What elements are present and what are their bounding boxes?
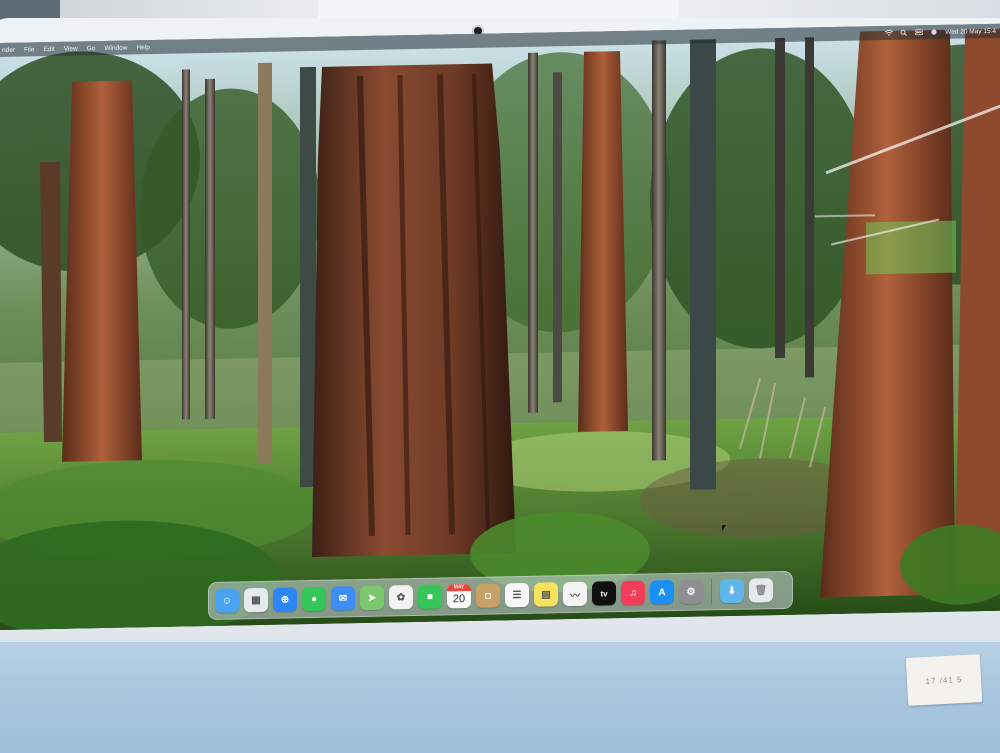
menu-view[interactable]: View bbox=[64, 45, 78, 52]
contacts-icon[interactable]: ◘ bbox=[476, 583, 500, 608]
mouse-cursor bbox=[722, 525, 726, 532]
screen-reflection bbox=[866, 220, 956, 275]
freeform-icon[interactable]: 〰 bbox=[563, 581, 587, 607]
desktop-screen: nder File Edit View Go Window Help Wed 2… bbox=[0, 23, 1000, 631]
apple-tv-icon[interactable]: tv bbox=[592, 581, 616, 606]
trash-icon[interactable]: 🗑 bbox=[749, 578, 773, 603]
spotlight-icon[interactable] bbox=[900, 29, 908, 36]
monitor-chin bbox=[0, 640, 1000, 753]
maps-icon[interactable]: ➤ bbox=[360, 585, 384, 611]
menu-finder[interactable]: nder bbox=[2, 46, 15, 53]
dock-separator bbox=[711, 578, 712, 605]
safari-icon[interactable]: ⊕ bbox=[273, 587, 297, 612]
music-icon[interactable]: ♫ bbox=[621, 580, 645, 606]
menu-help[interactable]: Help bbox=[136, 44, 149, 51]
reminders-icon[interactable]: ☰ bbox=[505, 582, 529, 608]
menu-bar-clock[interactable]: Wed 20 May 15:4 bbox=[945, 27, 996, 35]
wifi-icon[interactable] bbox=[884, 29, 894, 36]
finder-icon[interactable]: ☺ bbox=[215, 588, 239, 613]
chin-divider bbox=[0, 640, 1000, 642]
siri-icon[interactable] bbox=[930, 29, 938, 35]
mail-icon[interactable]: ✉ bbox=[331, 586, 355, 611]
facetime-icon[interactable]: ■ bbox=[418, 584, 442, 609]
messages-icon[interactable]: ● bbox=[302, 586, 326, 612]
menu-go[interactable]: Go bbox=[87, 45, 96, 52]
app-store-icon[interactable]: A bbox=[650, 580, 674, 605]
system-settings-icon[interactable]: ⚙ bbox=[679, 579, 703, 604]
menu-file[interactable]: File bbox=[24, 46, 34, 53]
photos-icon[interactable]: ✿ bbox=[389, 585, 413, 610]
control-center-icon[interactable] bbox=[915, 29, 924, 36]
menu-bar-status: Wed 20 May 15:4 bbox=[884, 27, 1000, 36]
price-sticker: 17 /41 5 bbox=[905, 654, 983, 706]
calendar-day: 20 bbox=[452, 593, 466, 606]
menu-window[interactable]: Window bbox=[104, 44, 127, 51]
notes-icon[interactable]: ▤ bbox=[534, 582, 558, 607]
downloads-folder-icon[interactable]: ⬇ bbox=[720, 578, 744, 604]
menu-bar-menus: nder File Edit View Go Window Help bbox=[0, 44, 150, 54]
launchpad-icon[interactable]: ▦ bbox=[244, 587, 268, 613]
forest-wallpaper bbox=[0, 23, 1000, 631]
menu-edit[interactable]: Edit bbox=[44, 45, 55, 52]
calendar-icon[interactable]: MAY 20 bbox=[447, 583, 471, 609]
